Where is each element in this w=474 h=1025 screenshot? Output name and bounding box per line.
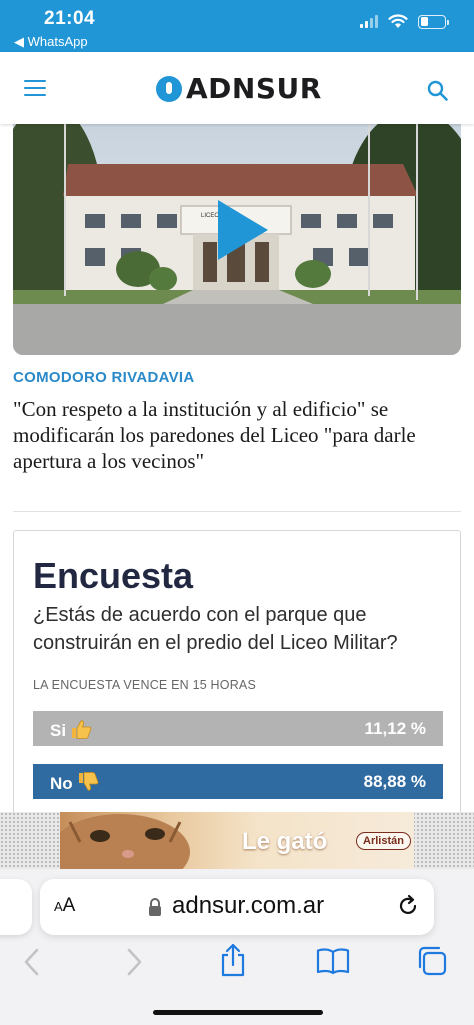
reader-options-button[interactable]: AA: [54, 895, 75, 917]
article-video-thumbnail[interactable]: LICEO: [13, 124, 461, 355]
tabs-icon[interactable]: [416, 945, 448, 977]
status-bar: 21:04 ◀ WhatsApp: [0, 0, 474, 52]
reload-icon[interactable]: [396, 894, 420, 918]
cellular-signal-icon: [360, 15, 378, 28]
battery-icon: [418, 14, 449, 29]
status-time: 21:04: [44, 8, 96, 29]
building-sign: LICEO: [201, 213, 219, 219]
poll-question: ¿Estás de acuerdo con el parque que cons…: [33, 604, 398, 654]
site-logo[interactable]: ADNSUR: [156, 72, 322, 105]
poll-option-no[interactable]: No 88,88 %: [33, 764, 443, 799]
article-headline[interactable]: "Con respeto a la institución y al edifi…: [13, 396, 463, 474]
previous-tab-peek[interactable]: [0, 879, 32, 935]
thumbs-up-icon: [70, 719, 92, 744]
wifi-icon: [388, 14, 408, 28]
poll-option-label: Si: [50, 719, 92, 744]
poll-option-label: No: [50, 772, 99, 797]
address-bar[interactable]: AA adnsur.com.ar: [40, 879, 434, 935]
bookmarks-icon[interactable]: [315, 947, 351, 975]
poll-option-percent: 88,88 %: [363, 772, 426, 791]
search-icon[interactable]: [427, 80, 449, 102]
logo-text: ADNSUR: [186, 72, 322, 105]
logo-pin-icon: [156, 75, 182, 102]
lock-icon: [149, 898, 161, 916]
back-arrow-icon[interactable]: [22, 947, 42, 977]
browser-toolbar: AA adnsur.com.ar: [0, 869, 474, 1025]
site-header: ADNSUR: [0, 52, 474, 124]
poll-option-si[interactable]: Si 11,12 %: [33, 711, 443, 746]
section-divider: [13, 511, 461, 512]
ad-brand-logo: Arlistán: [356, 832, 411, 850]
back-to-app-link[interactable]: ◀ WhatsApp: [14, 34, 88, 50]
ad-creative[interactable]: Le gató Arlistán: [60, 812, 414, 869]
status-icons: [360, 14, 449, 29]
poll-option-percent: 11,12 %: [364, 719, 426, 738]
ad-banner: Le gató Arlistán: [0, 812, 474, 869]
home-indicator: [153, 1010, 323, 1015]
poll-title: Encuesta: [33, 555, 194, 596]
share-icon[interactable]: [219, 943, 247, 977]
ad-text: Le gató: [242, 828, 328, 855]
article-category[interactable]: COMODORO RIVADAVIA: [13, 369, 195, 386]
forward-arrow-icon[interactable]: [124, 947, 144, 977]
poll-card: Encuesta ¿Estás de acuerdo con el parque…: [13, 530, 461, 830]
thumbs-down-icon: [77, 772, 99, 797]
cat-image: [60, 814, 190, 869]
hamburger-menu-icon[interactable]: [24, 80, 46, 96]
url-text: adnsur.com.ar: [172, 892, 325, 919]
poll-expiry: LA ENCUESTA VENCE EN 15 HORAS: [33, 678, 256, 692]
